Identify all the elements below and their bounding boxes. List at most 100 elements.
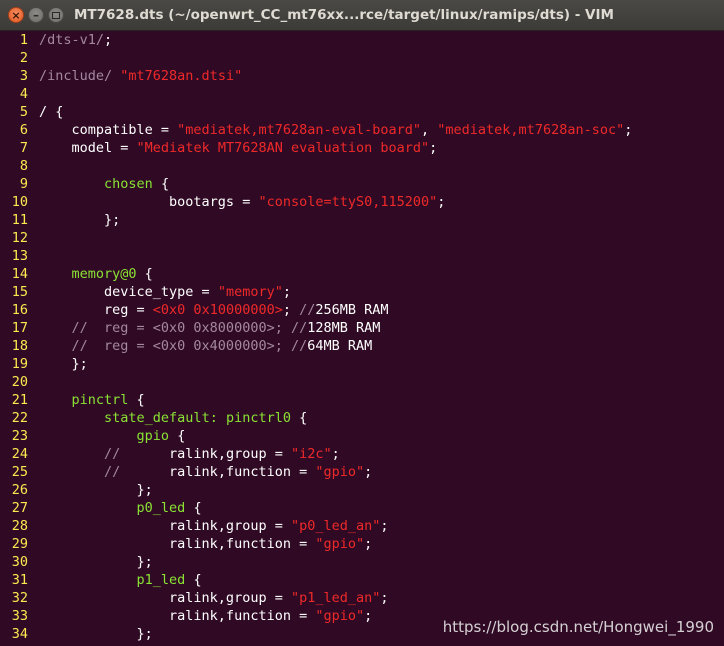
code-token: ; xyxy=(331,446,340,462)
code-line[interactable]: 18 // reg = <0x0 0x4000000>; //64MB RAM xyxy=(0,337,724,355)
minimize-icon[interactable]: – xyxy=(28,7,44,23)
code-line[interactable]: 26 }; xyxy=(0,481,724,499)
code-line[interactable]: 4 xyxy=(0,85,724,103)
line-number: 27 xyxy=(11,500,28,516)
line-number: 10 xyxy=(11,194,28,210)
code-line[interactable]: 5 / { xyxy=(0,103,724,121)
code-token: ; xyxy=(429,140,438,156)
code-token: ralink,group = xyxy=(169,446,291,462)
code-line[interactable]: 27 p0_led { xyxy=(0,499,724,517)
code-token: compatible = xyxy=(39,122,178,138)
code-token: "memory" xyxy=(217,284,283,300)
code-line[interactable]: 12 xyxy=(0,229,724,247)
line-number: 19 xyxy=(11,356,28,372)
code-token: "console=ttyS0,115200" xyxy=(258,194,438,210)
line-number: 32 xyxy=(11,590,28,606)
code-line[interactable]: 9 chosen { xyxy=(0,175,724,193)
editor-buffer[interactable]: 1/dts-v1/; 2 3/include/ "mt7628an.dtsi" 4 5/… xyxy=(0,31,724,646)
code-line[interactable]: 28 ralink,group = "p0_led_an"; xyxy=(0,517,724,535)
code-line[interactable]: 21 pinctrl { xyxy=(0,391,724,409)
line-number: 12 xyxy=(11,230,28,246)
code-line[interactable]: 25 // ralink,function = "gpio"; xyxy=(0,463,724,481)
code-token: p0_led xyxy=(136,500,186,516)
code-line[interactable]: 20 xyxy=(0,373,724,391)
line-number: 1 xyxy=(19,32,28,48)
code-token: ralink,function = xyxy=(39,608,316,624)
code-token: ralink,function = xyxy=(169,464,316,480)
code-line[interactable]: 30 }; xyxy=(0,553,724,571)
code-token: 64MB RAM xyxy=(307,338,373,354)
line-number: 22 xyxy=(11,410,28,426)
line-number: 24 xyxy=(11,446,28,462)
line-number: 29 xyxy=(11,536,28,552)
code-token: device_type = xyxy=(39,284,218,300)
line-number: 13 xyxy=(11,248,28,264)
code-line[interactable]: 31 p1_led { xyxy=(0,571,724,589)
code-line[interactable]: 17 // reg = <0x0 0x8000000>; //128MB RAM xyxy=(0,319,724,337)
code-token: "i2c" xyxy=(290,446,332,462)
code-token: { xyxy=(290,410,308,426)
close-icon[interactable]: × xyxy=(8,7,24,23)
code-token: "Mediatek MT7628AN evaluation board" xyxy=(136,140,430,156)
line-number: 28 xyxy=(11,518,28,534)
code-token: gpio xyxy=(136,428,170,444)
code-line[interactable]: 1/dts-v1/; xyxy=(0,31,724,49)
code-token: <0x0 0x10000000> xyxy=(152,302,283,318)
code-token: ; xyxy=(437,194,446,210)
code-line[interactable]: 6 compatible = "mediatek,mt7628an-eval-b… xyxy=(0,121,724,139)
code-line[interactable]: 23 gpio { xyxy=(0,427,724,445)
code-line[interactable]: 7 model = "Mediatek MT7628AN evaluation … xyxy=(0,139,724,157)
line-number: 34 xyxy=(11,626,28,642)
code-token: "mt7628an.dtsi" xyxy=(120,68,243,84)
line-number: 3 xyxy=(19,68,28,84)
code-line[interactable]: 14 memory@0 { xyxy=(0,265,724,283)
code-line[interactable]: 3/include/ "mt7628an.dtsi" xyxy=(0,67,724,85)
code-line[interactable]: 29 ralink,function = "gpio"; xyxy=(0,535,724,553)
line-number: 33 xyxy=(11,608,28,624)
code-token: { xyxy=(152,176,170,192)
code-token: 256MB RAM xyxy=(315,302,389,318)
code-token: ralink,function = xyxy=(39,536,316,552)
code-line[interactable]: 32 ralink,group = "p1_led_an"; xyxy=(0,589,724,607)
code-token: ralink,group = xyxy=(39,518,291,534)
code-line[interactable]: 11 }; xyxy=(0,211,724,229)
code-line[interactable]: 24 // ralink,group = "i2c"; xyxy=(0,445,724,463)
code-line[interactable]: 2 xyxy=(0,49,724,67)
maximize-icon[interactable] xyxy=(48,7,64,23)
line-number: 30 xyxy=(11,554,28,570)
code-line[interactable]: 10 bootargs = "console=ttyS0,115200"; xyxy=(0,193,724,211)
code-token: // xyxy=(299,302,316,318)
code-token: ; xyxy=(364,464,373,480)
code-token: ; xyxy=(282,302,300,318)
code-line[interactable]: 15 device_type = "memory"; xyxy=(0,283,724,301)
code-token: }; xyxy=(39,626,153,642)
code-line[interactable]: 13 xyxy=(0,247,724,265)
code-token: "gpio" xyxy=(315,464,365,480)
code-token: "p0_led_an" xyxy=(290,518,381,534)
code-line[interactable]: 19 }; xyxy=(0,355,724,373)
title-bar[interactable]: × – MT7628.dts (~/openwrt_CC_mt76xx...rc… xyxy=(0,0,724,31)
code-token: ; xyxy=(624,122,633,138)
line-number: 16 xyxy=(11,302,28,318)
code-token: p1_led xyxy=(136,572,186,588)
line-number: 26 xyxy=(11,482,28,498)
code-token: ; xyxy=(364,608,373,624)
code-token: /include/ xyxy=(39,68,121,84)
code-token: 128MB RAM xyxy=(307,320,381,336)
watermark: https://blog.csdn.net/Hongwei_1990 xyxy=(442,618,714,636)
code-line[interactable]: 16 reg = <0x0 0x10000000>; //256MB RAM xyxy=(0,301,724,319)
line-number: 11 xyxy=(11,212,28,228)
vim-window: × – MT7628.dts (~/openwrt_CC_mt76xx...rc… xyxy=(0,0,724,646)
line-number: 14 xyxy=(11,266,28,282)
line-number: 25 xyxy=(11,464,28,480)
code-token: // reg = <0x0 0x4000000>; // xyxy=(39,338,308,354)
code-token: / { xyxy=(39,104,64,120)
code-token: { xyxy=(185,500,202,516)
code-line[interactable]: 8 xyxy=(0,157,724,175)
code-line[interactable]: 22 state_default: pinctrl0 { xyxy=(0,409,724,427)
